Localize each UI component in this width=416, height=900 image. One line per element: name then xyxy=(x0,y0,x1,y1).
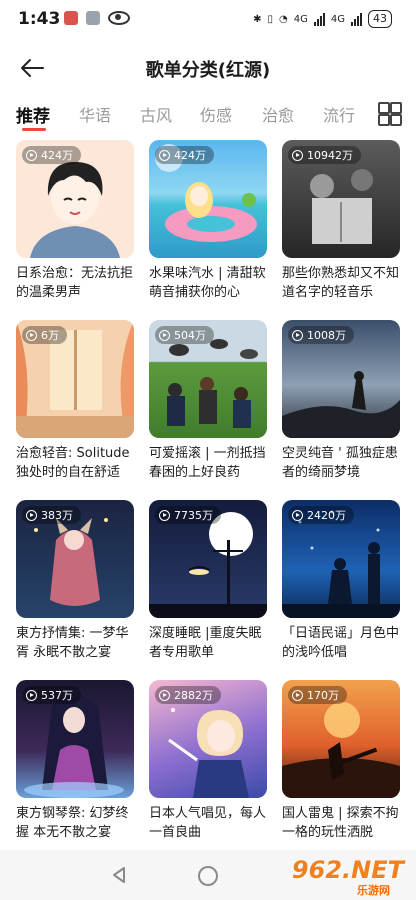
play-circle-icon xyxy=(26,509,37,521)
signal-icon-2 xyxy=(351,12,362,26)
category-tabs: 推荐 华语 古风 伤感 治愈 流行 xyxy=(0,98,416,134)
play-count-badge: 10942万 xyxy=(288,146,361,164)
page-title: 歌单分类(红源) xyxy=(145,60,271,81)
play-circle-icon xyxy=(292,329,303,341)
playlist-title: 東方钢琴祭: 幻梦终握 本无不散之宴 xyxy=(16,806,129,840)
play-count-badge: 2882万 xyxy=(155,686,221,704)
play-circle-icon xyxy=(292,149,303,161)
playlist-cover: 537万 xyxy=(16,680,134,798)
playlist-card[interactable]: 10942万 那些你熟悉却又不知道名字的轻音乐 xyxy=(282,140,400,316)
tab-ancient[interactable]: 古风 xyxy=(140,102,172,126)
network-type-a: 4G xyxy=(293,13,308,25)
playlist-cover: 2882万 xyxy=(149,680,267,798)
play-circle-icon xyxy=(159,329,170,341)
playlist-cover: 170万 xyxy=(282,680,400,798)
watermark-subtext: 乐游网 xyxy=(357,884,390,897)
play-circle-icon xyxy=(26,329,37,341)
tab-pop[interactable]: 流行 xyxy=(323,102,355,126)
playlist-title: 水果味汽水 | 清甜软萌音捕获你的心 xyxy=(149,266,266,300)
playlist-card[interactable]: 1008万 空灵纯音 ' 孤独症患者的绮丽梦境 xyxy=(282,320,400,496)
play-circle-icon xyxy=(159,689,170,701)
battery-indicator: 43 xyxy=(368,10,392,28)
playlist-cover: 424万 xyxy=(16,140,134,258)
play-circle-icon xyxy=(292,689,303,701)
play-circle-icon xyxy=(159,509,170,521)
tab-chinese[interactable]: 华语 xyxy=(79,102,111,126)
playlist-card[interactable]: 504万 可爱摇滚 | 一剂抵挡春困的上好良药 xyxy=(149,320,267,496)
tab-healing[interactable]: 治愈 xyxy=(262,102,294,126)
playlist-card[interactable]: 424万 水果味汽水 | 清甜软萌音捕获你的心 xyxy=(149,140,267,316)
status-time: 1:43 xyxy=(18,9,61,29)
playlist-title: 「日语民谣」月色中的浅吟低唱 xyxy=(282,626,400,660)
playlist-title: 東方抒情集: 一梦华胥 永眠不散之宴 xyxy=(16,626,129,660)
bluetooth-icon: ✱ xyxy=(253,13,262,25)
cloud-icon xyxy=(86,11,100,25)
playlist-card[interactable]: 2420万 「日语民谣」月色中的浅吟低唱 xyxy=(282,500,400,676)
playlist-cover: 1008万 xyxy=(282,320,400,438)
active-tab-indicator xyxy=(22,128,46,131)
playlist-title: 治愈轻音: Solitude独处时的自在舒适 xyxy=(16,446,130,480)
tab-recommend[interactable]: 推荐 xyxy=(16,102,50,127)
watermark-text: 962.NET xyxy=(291,856,404,884)
playlist-cover: 504万 xyxy=(149,320,267,438)
network-type-b: 4G xyxy=(330,13,345,25)
wifi-icon: ◔ xyxy=(279,13,288,25)
play-circle-icon xyxy=(26,689,37,701)
grid-icon[interactable] xyxy=(378,102,402,126)
signal-icon xyxy=(313,12,325,26)
playlist-title: 空灵纯音 ' 孤独症患者的绮丽梦境 xyxy=(282,446,398,480)
playlist-cover: 10942万 xyxy=(282,140,400,258)
notification-icon xyxy=(64,11,78,25)
play-count-badge: 383万 xyxy=(22,506,81,524)
play-circle-icon xyxy=(159,149,170,161)
play-circle-icon xyxy=(292,509,303,521)
play-count-badge: 504万 xyxy=(155,326,214,344)
playlist-title: 深度睡眠 |重度失眠者专用歌单 xyxy=(149,626,262,660)
playlist-cover: 383万 xyxy=(16,500,134,618)
vibrate-icon: ▯ xyxy=(267,13,274,25)
eye-icon xyxy=(108,11,130,25)
tab-sad[interactable]: 伤感 xyxy=(200,102,232,126)
play-count-badge: 2420万 xyxy=(288,506,354,524)
nav-home-icon[interactable] xyxy=(198,866,218,886)
watermark-logo: 962.NET 乐游网 xyxy=(292,856,408,897)
playlist-title: 国人雷鬼 | 探索不拘一格的玩性洒脱 xyxy=(282,806,399,840)
playlist-card[interactable]: 383万 東方抒情集: 一梦华胥 永眠不散之宴 xyxy=(16,500,134,676)
playlist-card[interactable]: 2882万 日本人气唱见，每人一首良曲 xyxy=(149,680,267,856)
play-circle-icon xyxy=(26,149,37,161)
playlist-title: 日本人气唱见，每人一首良曲 xyxy=(149,806,267,840)
playlist-cover: 2420万 xyxy=(282,500,400,618)
playlist-card[interactable]: 7735万 深度睡眠 |重度失眠者专用歌单 xyxy=(149,500,267,676)
playlist-card[interactable]: 6万 治愈轻音: Solitude独处时的自在舒适 xyxy=(16,320,134,496)
playlist-title: 那些你熟悉却又不知道名字的轻音乐 xyxy=(282,266,400,300)
play-count-badge: 537万 xyxy=(22,686,81,704)
playlist-card[interactable]: 537万 東方钢琴祭: 幻梦终握 本无不散之宴 xyxy=(16,680,134,856)
play-count-badge: 424万 xyxy=(155,146,214,164)
playlist-title: 可爱摇滚 | 一剂抵挡春困的上好良药 xyxy=(149,446,266,480)
playlist-cover: 7735万 xyxy=(149,500,267,618)
play-count-badge: 1008万 xyxy=(288,326,354,344)
play-count-badge: 424万 xyxy=(22,146,81,164)
play-count-badge: 7735万 xyxy=(155,506,221,524)
playlist-card[interactable]: 424万 日系治愈：无法抗拒的温柔男声 xyxy=(16,140,134,316)
playlist-cover: 424万 xyxy=(149,140,267,258)
play-count-badge: 6万 xyxy=(22,326,67,344)
playlist-title: 日系治愈：无法抗拒的温柔男声 xyxy=(16,266,134,300)
header: 歌单分类(红源) xyxy=(0,44,416,92)
status-bar: 1:43 ✱ ▯ ◔ 4G 4G 43 xyxy=(0,0,416,40)
playlist-card[interactable]: 170万 国人雷鬼 | 探索不拘一格的玩性洒脱 xyxy=(282,680,400,856)
playlist-cover: 6万 xyxy=(16,320,134,438)
play-count-badge: 170万 xyxy=(288,686,347,704)
nav-back-icon[interactable] xyxy=(110,866,128,884)
